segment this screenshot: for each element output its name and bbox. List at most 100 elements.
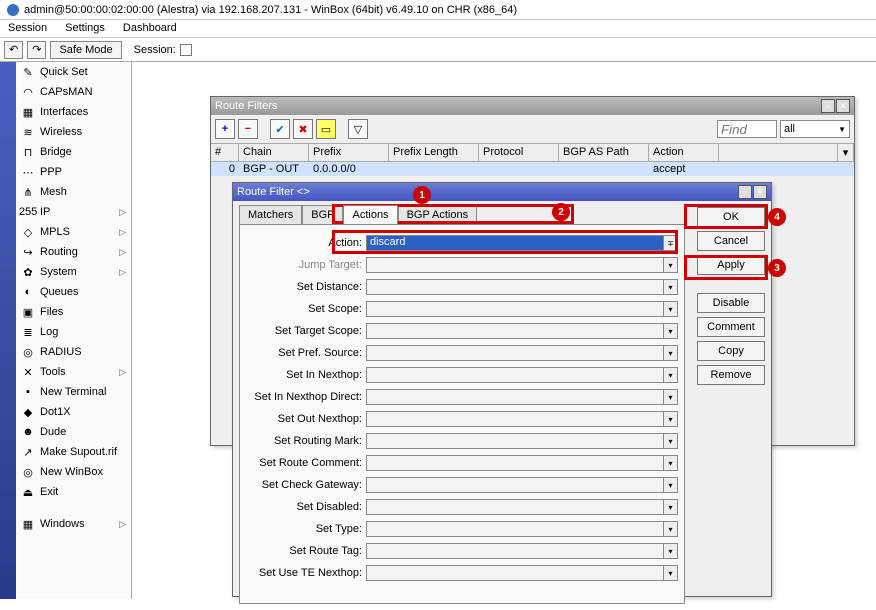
add-button[interactable]: + — [215, 119, 235, 139]
sidebar-item-label: RADIUS — [40, 346, 82, 358]
field-input[interactable] — [366, 455, 664, 471]
sidebar-item-label: Files — [40, 306, 63, 318]
tab-bgp[interactable]: BGP — [302, 205, 343, 224]
comment-button[interactable]: ▭ — [316, 119, 336, 139]
chevron-down-icon[interactable]: ▾ — [664, 521, 678, 537]
sidebar-item-mesh[interactable]: ⋔Mesh — [16, 182, 131, 202]
sidebar-item-tools[interactable]: ✕Tools▷ — [16, 362, 131, 382]
minimize-icon[interactable]: ▫ — [738, 185, 752, 199]
field-label: Set Disabled: — [246, 501, 366, 513]
cancel-button[interactable]: Cancel — [697, 231, 765, 251]
chevron-down-icon[interactable]: ▾ — [664, 565, 678, 581]
sidebar-item-dot1x[interactable]: ◆Dot1X — [16, 402, 131, 422]
column-menu-icon[interactable]: ▾ — [838, 144, 854, 161]
form-row: Set In Nexthop Direct:▾ — [246, 387, 678, 407]
redo-button[interactable]: ↷ — [27, 41, 46, 59]
minimize-icon[interactable]: ▫ — [821, 99, 835, 113]
remove-button[interactable]: Remove — [697, 365, 765, 385]
chevron-down-icon[interactable]: ▾ — [664, 433, 678, 449]
field-input[interactable] — [366, 323, 664, 339]
menu-dashboard[interactable]: Dashboard — [121, 21, 179, 36]
chevron-down-icon[interactable]: ▾ — [664, 257, 678, 273]
field-input[interactable] — [366, 521, 664, 537]
disable-button[interactable]: Disable — [697, 293, 765, 313]
remove-button[interactable]: − — [238, 119, 258, 139]
chevron-down-icon[interactable]: ▾ — [664, 345, 678, 361]
route-filter-title-bar[interactable]: Route Filter <> ▫ ✕ — [233, 183, 771, 201]
filter-button[interactable]: ▽ — [348, 119, 368, 139]
chevron-down-icon[interactable]: ▾ — [664, 323, 678, 339]
apply-button[interactable]: Apply — [697, 255, 765, 275]
comment-button[interactable]: Comment — [697, 317, 765, 337]
sidebar-item-queues[interactable]: ◐Queues — [16, 282, 131, 302]
menu-settings[interactable]: Settings — [63, 21, 107, 36]
sidebar-item-bridge[interactable]: ⊓Bridge — [16, 142, 131, 162]
route-filters-title-bar[interactable]: Route Filters ▫ ✕ — [211, 97, 854, 115]
sidebar-item-ppp[interactable]: ⋯PPP — [16, 162, 131, 182]
sidebar-item-label: Mesh — [40, 186, 67, 198]
sidebar-item-capsman[interactable]: ◠CAPsMAN — [16, 82, 131, 102]
session-indicator — [180, 44, 192, 56]
action-combo[interactable]: discard — [366, 235, 664, 251]
tab-bgp-actions[interactable]: BGP Actions — [398, 205, 478, 224]
sidebar-item-log[interactable]: ≣Log — [16, 322, 131, 342]
close-icon[interactable]: ✕ — [753, 185, 767, 199]
form-area: Action: discard ∓ Jump Target:▾Set Dista… — [239, 224, 685, 604]
chevron-down-icon[interactable]: ▾ — [664, 301, 678, 317]
sidebar-item-dude[interactable]: ☻Dude — [16, 422, 131, 442]
chevron-down-icon[interactable]: ∓ — [664, 235, 678, 251]
chevron-down-icon[interactable]: ▾ — [664, 543, 678, 559]
chevron-down-icon[interactable]: ▾ — [664, 455, 678, 471]
enable-button[interactable]: ✔ — [270, 119, 290, 139]
copy-button[interactable]: Copy — [697, 341, 765, 361]
sidebar-item-wireless[interactable]: ≋Wireless — [16, 122, 131, 142]
sidebar-item-make-supout-rif[interactable]: ↗Make Supout.rif — [16, 442, 131, 462]
field-input[interactable] — [366, 565, 664, 581]
chevron-down-icon[interactable]: ▾ — [664, 499, 678, 515]
sidebar-item-interfaces[interactable]: ▦Interfaces — [16, 102, 131, 122]
chevron-down-icon[interactable]: ▾ — [664, 411, 678, 427]
sidebar-item-system[interactable]: ✿System▷ — [16, 262, 131, 282]
sidebar-item-windows[interactable]: ▦Windows▷ — [16, 514, 131, 534]
tab-matchers[interactable]: Matchers — [239, 205, 302, 224]
chevron-down-icon[interactable]: ▾ — [664, 367, 678, 383]
sidebar-item-new-terminal[interactable]: ▪New Terminal — [16, 382, 131, 402]
safe-mode-button[interactable]: Safe Mode — [50, 41, 121, 59]
sidebar-item-quick-set[interactable]: ✎Quick Set — [16, 62, 131, 82]
sidebar-item-ip[interactable]: 255IP▷ — [16, 202, 131, 222]
sidebar-item-label: New Terminal — [40, 386, 106, 398]
field-input[interactable] — [366, 257, 664, 273]
undo-button[interactable]: ↶ — [4, 41, 23, 59]
field-input[interactable] — [366, 543, 664, 559]
disable-button[interactable]: ✖ — [293, 119, 313, 139]
field-input[interactable] — [366, 499, 664, 515]
sidebar-icon: ↪ — [21, 245, 35, 259]
find-input[interactable] — [717, 120, 777, 138]
sidebar-item-new-winbox[interactable]: ◎New WinBox — [16, 462, 131, 482]
chevron-down-icon[interactable]: ▾ — [664, 389, 678, 405]
field-input[interactable] — [366, 411, 664, 427]
field-input[interactable] — [366, 367, 664, 383]
sidebar-item-routing[interactable]: ↪Routing▷ — [16, 242, 131, 262]
table-row[interactable]: 0 BGP - OUT 0.0.0.0/0 accept — [211, 162, 854, 176]
form-row: Set Route Tag:▾ — [246, 541, 678, 561]
close-icon[interactable]: ✕ — [836, 99, 850, 113]
chevron-down-icon[interactable]: ▾ — [664, 279, 678, 295]
filter-combo[interactable]: all ▼ — [780, 120, 850, 138]
chevron-down-icon[interactable]: ▾ — [664, 477, 678, 493]
field-input[interactable] — [366, 433, 664, 449]
sidebar-item-files[interactable]: ▣Files — [16, 302, 131, 322]
field-input[interactable] — [366, 389, 664, 405]
sidebar-item-label: IP — [40, 206, 50, 218]
ok-button[interactable]: OK — [697, 207, 765, 227]
sidebar-item-exit[interactable]: ⏏Exit — [16, 482, 131, 502]
field-label: Set Routing Mark: — [246, 435, 366, 447]
sidebar-item-mpls[interactable]: ◇MPLS▷ — [16, 222, 131, 242]
field-input[interactable] — [366, 345, 664, 361]
tab-actions[interactable]: Actions — [343, 205, 397, 224]
menu-session[interactable]: Session — [6, 21, 49, 36]
sidebar-item-radius[interactable]: ◎RADIUS — [16, 342, 131, 362]
field-input[interactable] — [366, 477, 664, 493]
field-input[interactable] — [366, 301, 664, 317]
field-input[interactable] — [366, 279, 664, 295]
